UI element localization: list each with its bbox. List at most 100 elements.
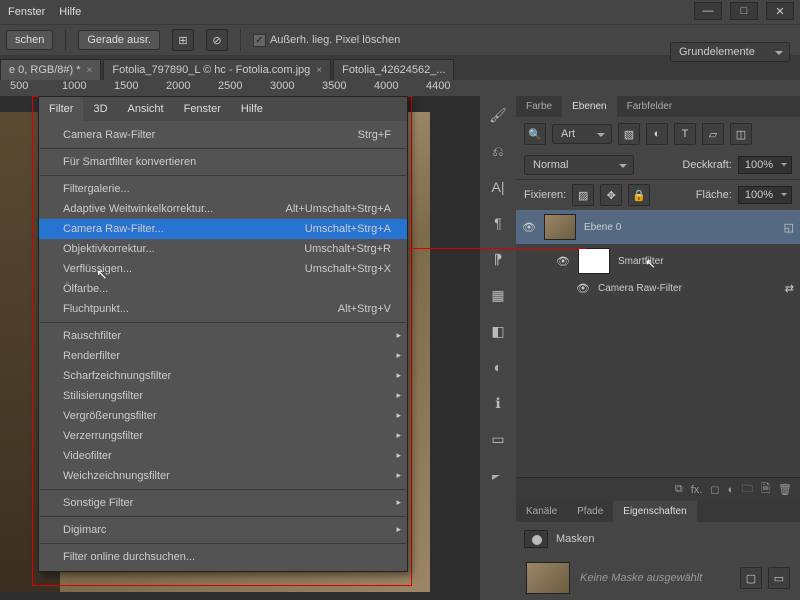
menu-fenster[interactable]: Fenster (8, 6, 45, 18)
menu-item[interactable]: Stilisierungsfilter (39, 386, 407, 406)
adjustment-icon[interactable]: ◐ (728, 484, 735, 496)
delete-pixels-option[interactable]: Außerh. lieg. Pixel löschen (253, 34, 400, 47)
tab-pfade[interactable]: Pfade (567, 501, 613, 522)
nav-icon[interactable]: ▭ (487, 428, 509, 450)
minimize-button[interactable]: — (694, 2, 722, 20)
tab-kanaele[interactable]: Kanäle (516, 501, 567, 522)
close-button[interactable]: ✕ (766, 2, 794, 20)
visibility-icon[interactable]: 👁 (576, 282, 590, 295)
layer-kind-dropdown[interactable]: Art (552, 124, 612, 144)
group-icon[interactable]: 🗀 (742, 480, 753, 499)
menu-item[interactable]: Ölfarbe... (39, 279, 407, 299)
lock-pixels-icon[interactable]: ▨ (572, 184, 594, 206)
visibility-icon[interactable]: 👁 (556, 255, 570, 268)
menu-item[interactable]: Adaptive Weitwinkelkorrektur...Alt+Umsch… (39, 199, 407, 219)
close-icon[interactable]: × (316, 65, 322, 76)
filter-mask-thumb[interactable] (578, 248, 610, 274)
fill-field[interactable]: 100% (738, 186, 792, 204)
menu-item[interactable]: Vergrößerungsfilter (39, 406, 407, 426)
layer-row[interactable]: 👁 Smartfilter (516, 244, 800, 278)
blend-mode-dropdown[interactable]: Normal (524, 155, 634, 175)
straighten-button[interactable]: Gerade ausr. (78, 30, 160, 50)
menu-item[interactable]: Camera Raw-FilterStrg+F (39, 125, 407, 145)
menu-hilfe[interactable]: Hilfe (59, 6, 81, 18)
paragraph-icon[interactable]: ¶ (487, 212, 509, 234)
layer-filter-row: 🔍 Art ▧ ◐ T ▱ ◫ (516, 117, 800, 151)
character-icon[interactable]: ⁋ (487, 248, 509, 270)
menu-3d[interactable]: 3D (83, 97, 117, 121)
layer-row[interactable]: 👁 Camera Raw-Filter ⇄ (516, 278, 800, 299)
text-icon[interactable]: A| (487, 176, 509, 198)
info-icon[interactable]: ℹ (487, 392, 509, 414)
menu-item[interactable]: Filtergalerie... (39, 179, 407, 199)
workspace-preset-dropdown[interactable]: Grundelemente (670, 42, 790, 62)
opacity-field[interactable]: 100% (738, 156, 792, 174)
clone-icon[interactable]: ⎌ (487, 140, 509, 162)
menu-item[interactable]: Camera Raw-Filter...Umschalt+Strg+A (39, 219, 407, 239)
menu-item[interactable]: Verzerrungsfilter (39, 426, 407, 446)
menu-item[interactable]: Rauschfilter (39, 326, 407, 346)
link-icon[interactable]: ⧉ (675, 483, 683, 496)
mask-mode-icon[interactable] (524, 530, 548, 548)
menu-item[interactable]: Sonstige Filter (39, 493, 407, 513)
lock-row: Fixieren: ▨ ✥ 🔒 Fläche: 100% (516, 179, 800, 210)
layer-name[interactable]: Ebene 0 (584, 222, 776, 233)
document-tab[interactable]: e 0, RGB/8#) *× (0, 59, 101, 80)
mask-icon[interactable]: ◻ (710, 483, 719, 496)
window-controls: — □ ✕ (694, 2, 794, 20)
menu-item[interactable]: Videofilter (39, 446, 407, 466)
filter-adjust-icon[interactable]: ◐ (646, 123, 668, 145)
layer-row[interactable]: 👁 Ebene 0 ◱ (516, 210, 800, 244)
vector-mask-icon[interactable]: ▭ (768, 567, 790, 589)
filter-name[interactable]: Camera Raw-Filter (598, 283, 777, 294)
menu-item[interactable]: Renderfilter (39, 346, 407, 366)
clear-icon[interactable]: ⊘ (206, 29, 228, 51)
play-icon[interactable] (487, 464, 509, 486)
filter-text-icon[interactable]: T (674, 123, 696, 145)
visibility-icon[interactable]: 👁 (522, 221, 536, 234)
styles-icon[interactable]: ◧ (487, 320, 509, 342)
menu-item[interactable]: Objektivkorrektur...Umschalt+Strg+R (39, 239, 407, 259)
menu-item[interactable]: Weichzeichnungsfilter (39, 466, 407, 486)
mask-preview-thumb (526, 562, 570, 594)
document-tab[interactable]: Fotolia_42624562_... (333, 59, 454, 80)
tab-ebenen[interactable]: Ebenen (562, 96, 616, 117)
filter-shape-icon[interactable]: ▱ (702, 123, 724, 145)
ruler-horizontal: 50010001500200025003000350040004400 (0, 80, 800, 96)
menu-filter[interactable]: Filter (39, 97, 83, 121)
grid-icon[interactable]: ⊞ (172, 29, 194, 51)
layer-thumb[interactable] (544, 214, 576, 240)
menu-item: Für Smartfilter konvertieren (39, 152, 407, 172)
document-tab[interactable]: Fotolia_797890_L © hc - Fotolia.com.jpg× (103, 59, 331, 80)
adjust-icon[interactable]: ◐ (487, 356, 509, 378)
fx-icon[interactable]: fx. (691, 484, 703, 496)
swatches-icon[interactable]: ▦ (487, 284, 509, 306)
lock-all-icon[interactable]: 🔒 (628, 184, 650, 206)
filter-smart-icon[interactable]: ◫ (730, 123, 752, 145)
brush-icon[interactable]: 🖌 (487, 104, 509, 126)
filter-options-icon[interactable]: ⇄ (785, 282, 794, 295)
menu-item[interactable]: Filter online durchsuchen... (39, 547, 407, 567)
close-icon[interactable]: × (87, 65, 93, 76)
pixel-mask-icon[interactable]: ▢ (740, 567, 762, 589)
delete-icon[interactable]: 🗑 (778, 483, 792, 496)
menu-item[interactable]: Digimarc (39, 520, 407, 540)
menu-fenster[interactable]: Fenster (174, 97, 231, 121)
tab-farbe[interactable]: Farbe (516, 96, 562, 117)
menu-hilfe[interactable]: Hilfe (231, 97, 273, 121)
filter-image-icon[interactable]: ▧ (618, 123, 640, 145)
ruler-tick: 3000 (270, 80, 294, 92)
maximize-button[interactable]: □ (730, 2, 758, 20)
menu-item[interactable]: Verflüssigen...Umschalt+Strg+X (39, 259, 407, 279)
checkbox-icon[interactable] (253, 34, 266, 47)
menu-separator (40, 175, 406, 176)
search-icon[interactable]: 🔍 (524, 123, 546, 145)
delete-button[interactable]: schen (6, 30, 53, 50)
menu-ansicht[interactable]: Ansicht (118, 97, 174, 121)
menu-item[interactable]: Scharfzeichnungsfilter (39, 366, 407, 386)
new-layer-icon[interactable]: 🗎 (761, 480, 770, 499)
lock-position-icon[interactable]: ✥ (600, 184, 622, 206)
tab-eigenschaften[interactable]: Eigenschaften (613, 501, 696, 522)
document-canvas[interactable]: Filter3DAnsichtFensterHilfe Camera Raw-F… (0, 96, 480, 600)
tab-farbfelder[interactable]: Farbfelder (617, 96, 683, 117)
